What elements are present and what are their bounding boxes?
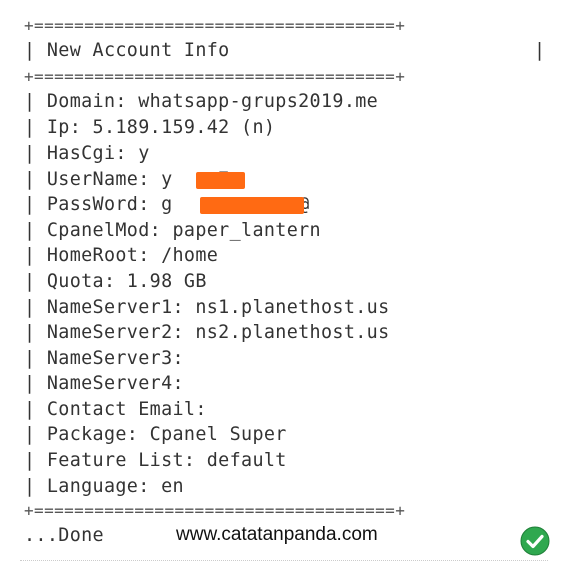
terminal-output: +====================================+ |… <box>0 0 585 563</box>
line-feature-list: | Feature List: default <box>24 450 287 471</box>
watermark-text: www.catatanpanda.com <box>176 524 378 545</box>
username-redaction <box>196 172 245 189</box>
line-nameserver2: | NameServer2: ns2.planethost.us <box>24 322 390 343</box>
line-nameserver3: | NameServer3: <box>24 348 184 369</box>
line-domain: | Domain: whatsapp-grups2019.me <box>24 91 379 112</box>
done-status: ...Done <box>24 525 104 546</box>
line-quota: | Quota: 1.98 GB <box>24 271 207 292</box>
line-hascgi: | HasCgi: y <box>24 143 150 164</box>
line-homeroot: | HomeRoot: /home <box>24 245 219 266</box>
line-nameserver4: | NameServer4: <box>24 373 184 394</box>
check-circle-icon <box>520 526 550 556</box>
border-bottom: +====================================+ <box>24 501 406 520</box>
header-right-pipe: | <box>534 40 546 61</box>
line-language: | Language: en <box>24 476 184 497</box>
border-header-bottom: +====================================+ <box>24 67 406 86</box>
line-package: | Package: Cpanel Super <box>24 424 287 445</box>
line-ip: | Ip: 5.189.159.42 (n) <box>24 117 276 138</box>
line-cpanelmod: | CpanelMod: paper_lantern <box>24 220 321 241</box>
line-contact-email: | Contact Email: <box>24 399 207 420</box>
border-top: +====================================+ <box>24 16 406 35</box>
password-redaction <box>200 197 304 214</box>
bottom-divider <box>20 560 548 561</box>
line-nameserver1: | NameServer1: ns1.planethost.us <box>24 297 390 318</box>
header-title: | New Account Info <box>24 40 230 61</box>
